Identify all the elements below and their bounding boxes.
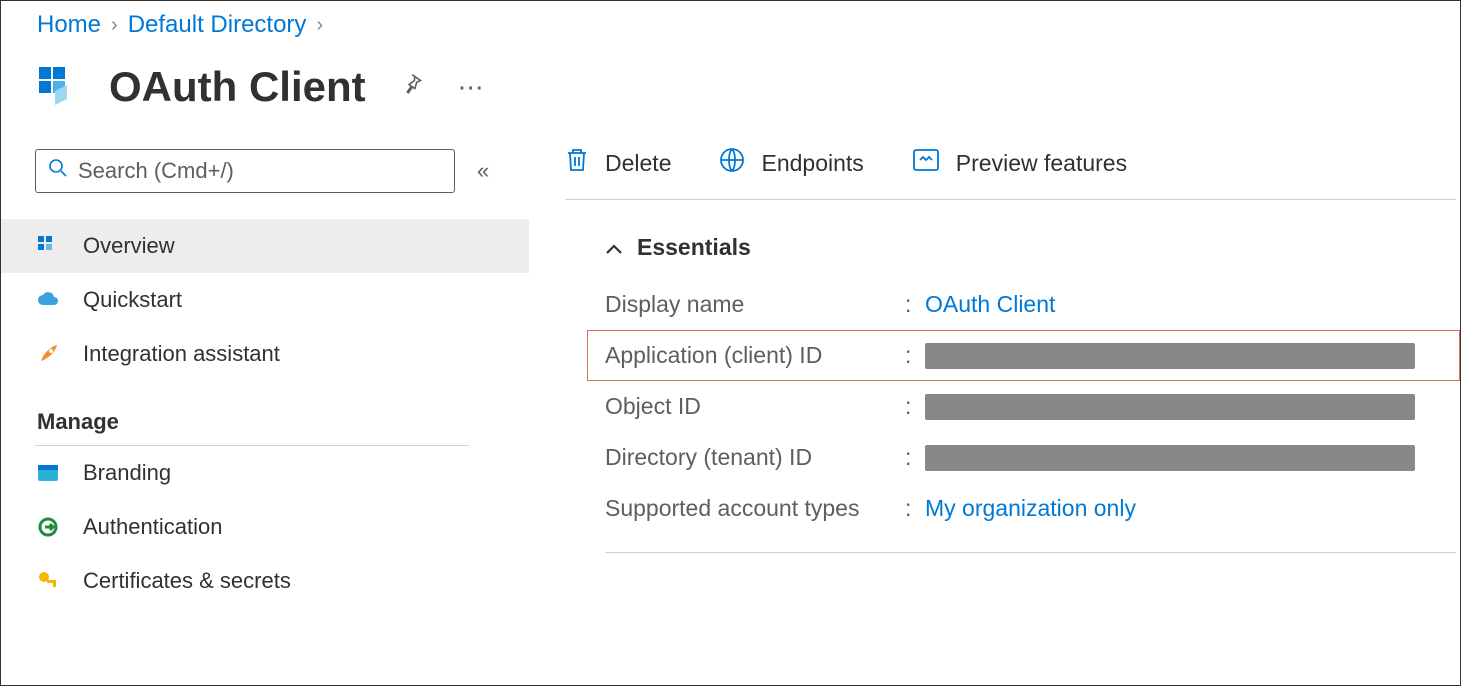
sidebar-item-integration-assistant[interactable]: Integration assistant (1, 327, 529, 381)
row-directory-tenant-id: Directory (tenant) ID : (605, 432, 1460, 483)
sidebar-item-label: Branding (83, 460, 171, 486)
essentials-toggle[interactable]: Essentials (605, 234, 1460, 261)
row-supported-account-types: Supported account types : My organizatio… (605, 483, 1460, 534)
chevron-right-icon: › (111, 14, 118, 37)
delete-button[interactable]: Delete (565, 147, 671, 179)
sidebar-item-label: Integration assistant (83, 341, 280, 367)
row-application-client-id: Application (client) ID : (587, 330, 1460, 381)
button-label: Preview features (956, 150, 1127, 177)
sidebar-item-label: Certificates & secrets (83, 568, 291, 594)
essentials-header-label: Essentials (637, 234, 751, 261)
page-header: OAuth Client ⋯ (1, 45, 1460, 129)
rocket-icon (35, 343, 61, 365)
search-box[interactable] (35, 149, 455, 193)
trash-icon (565, 147, 589, 179)
search-icon (48, 158, 68, 184)
button-label: Endpoints (761, 150, 863, 177)
client-id-value-redacted[interactable] (925, 343, 1415, 369)
chevron-up-icon (605, 234, 623, 261)
sidebar-section-manage: Manage (35, 381, 469, 446)
globe-icon (719, 147, 745, 179)
toolbar: Delete Endpoints Preview features (565, 147, 1456, 200)
chevron-double-left-icon: « (477, 158, 489, 183)
field-label: Object ID (605, 393, 905, 420)
endpoints-button[interactable]: Endpoints (719, 147, 863, 179)
key-icon (35, 570, 61, 592)
essentials-section: Essentials Display name : OAuth Client A… (565, 200, 1460, 534)
app-registration-icon (37, 63, 85, 111)
cloud-icon (35, 291, 61, 309)
field-label: Application (client) ID (605, 342, 905, 369)
pin-button[interactable] (400, 72, 424, 103)
row-display-name: Display name : OAuth Client (605, 279, 1460, 330)
tenant-id-value-redacted[interactable] (925, 445, 1415, 471)
branding-icon (35, 464, 61, 482)
preview-icon (912, 148, 940, 178)
divider (605, 552, 1456, 553)
breadcrumb-home[interactable]: Home (37, 11, 101, 39)
field-label: Supported account types (605, 495, 905, 522)
chevron-right-icon: › (316, 14, 323, 37)
pin-icon (400, 72, 424, 103)
field-label: Directory (tenant) ID (605, 444, 905, 471)
display-name-value[interactable]: OAuth Client (925, 291, 1055, 318)
sidebar-item-label: Authentication (83, 514, 222, 540)
breadcrumb: Home › Default Directory › (1, 1, 1460, 45)
more-button[interactable]: ⋯ (458, 72, 484, 103)
more-horizontal-icon: ⋯ (458, 72, 484, 103)
essentials-table: Display name : OAuth Client Application … (605, 279, 1460, 534)
search-input[interactable] (78, 158, 442, 184)
sidebar-item-authentication[interactable]: Authentication (1, 500, 529, 554)
row-object-id: Object ID : (605, 381, 1460, 432)
sidebar-item-label: Overview (83, 233, 175, 259)
sidebar-item-certificates-secrets[interactable]: Certificates & secrets (1, 554, 529, 608)
sidebar: « Overview Quickstart (1, 129, 529, 608)
preview-features-button[interactable]: Preview features (912, 148, 1127, 178)
sidebar-item-quickstart[interactable]: Quickstart (1, 273, 529, 327)
collapse-sidebar-button[interactable]: « (477, 158, 489, 184)
authentication-icon (35, 516, 61, 538)
account-types-value[interactable]: My organization only (925, 495, 1136, 522)
sidebar-item-branding[interactable]: Branding (1, 446, 529, 500)
sidebar-item-overview[interactable]: Overview (1, 219, 529, 273)
object-id-value-redacted[interactable] (925, 394, 1415, 420)
sidebar-item-label: Quickstart (83, 287, 182, 313)
button-label: Delete (605, 150, 671, 177)
main-content: Delete Endpoints Preview features (529, 129, 1460, 553)
overview-icon (35, 235, 61, 257)
breadcrumb-directory[interactable]: Default Directory (128, 11, 307, 39)
page-title: OAuth Client (109, 63, 366, 111)
field-label: Display name (605, 291, 905, 318)
